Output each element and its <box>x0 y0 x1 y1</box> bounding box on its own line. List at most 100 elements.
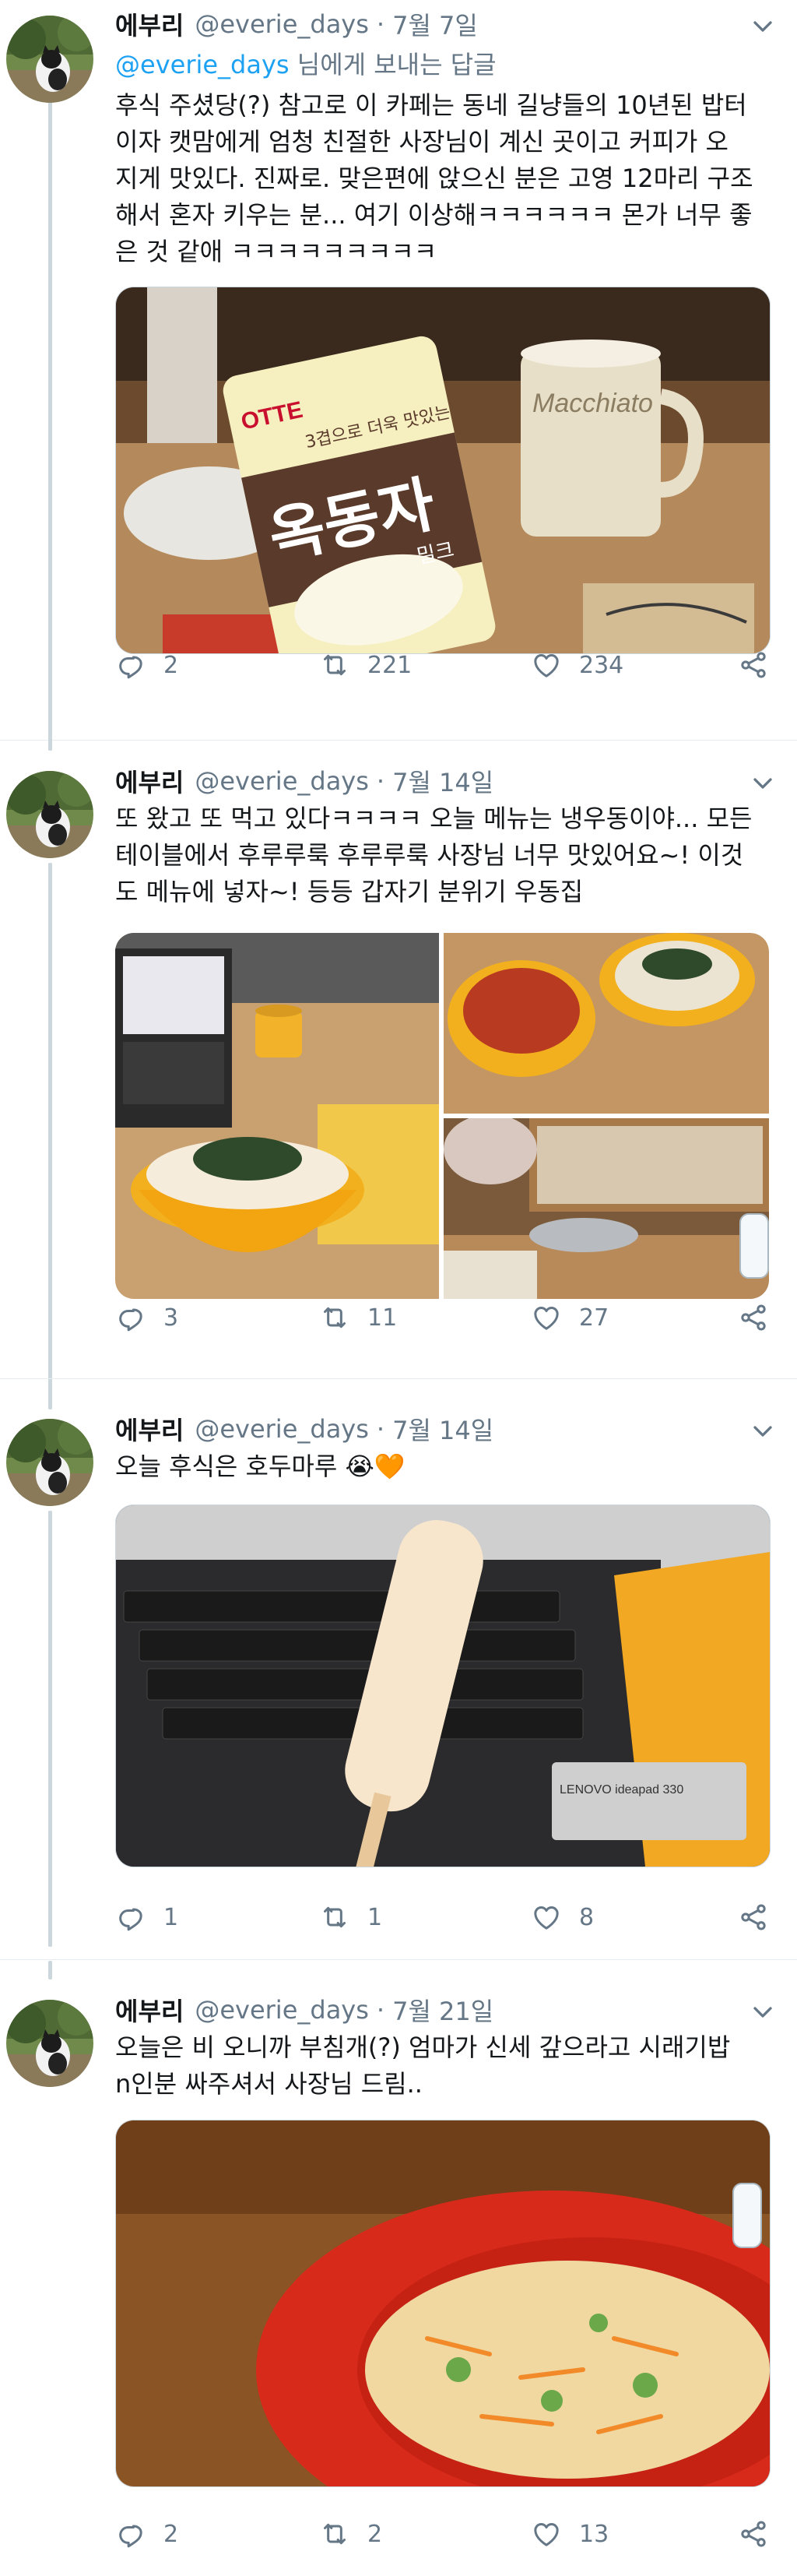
reply-count: 3 <box>163 1304 179 1332</box>
reply-count: 2 <box>163 2520 179 2548</box>
tweet-header: 에부리 @everie_days · 7월 7일 <box>115 5 478 44</box>
thread-line <box>48 1380 52 1399</box>
tweet-actions: 3 11 27 <box>115 1299 777 1336</box>
share-icon[interactable] <box>738 2518 769 2550</box>
display-name[interactable]: 에부리 <box>115 1411 184 1447</box>
like-count: 234 <box>579 651 624 679</box>
reply-mention-link[interactable]: @everie_days <box>115 50 290 79</box>
avatar[interactable] <box>6 16 93 103</box>
like-button[interactable]: 8 <box>531 1899 594 1936</box>
tweet-photo[interactable] <box>444 1118 769 1299</box>
like-count: 8 <box>579 1903 595 1931</box>
tweet-text-line: 해서 혼자 키우는 분... 여기 이상해ㅋㅋㅋㅋㅋㅋ 몬가 너무 좋 <box>115 200 753 230</box>
tweet-photo[interactable]: LENOVO ideapad 330 <box>115 1504 771 1867</box>
display-name[interactable]: 에부리 <box>115 6 184 42</box>
tweet-date[interactable]: 7월 21일 <box>392 1992 493 2028</box>
thread-line <box>48 1511 52 1947</box>
chevron-down-icon[interactable] <box>747 1416 778 1447</box>
tweet-photo[interactable] <box>115 933 439 1299</box>
reply-icon <box>115 2518 146 2550</box>
tweet-text: 오늘은 비 오니까 부침개(?) 엄마가 신세 갚으라고 시래기밥 n인분 싸주… <box>115 2029 769 2103</box>
like-button[interactable]: 13 <box>531 2515 609 2553</box>
reply-icon <box>115 649 146 681</box>
user-handle[interactable]: @everie_days <box>195 1995 369 2025</box>
tweet-photo[interactable] <box>115 2120 771 2487</box>
thread-line <box>48 1961 52 1980</box>
tweet-4[interactable]: 에부리 @everie_days · 7월 21일 오늘은 비 오니까 부침개(… <box>0 1961 797 2576</box>
tweet-date[interactable]: 7월 7일 <box>392 6 478 42</box>
reply-count: 2 <box>163 651 179 679</box>
like-button[interactable]: 234 <box>531 646 623 684</box>
thread-line <box>48 100 52 748</box>
tweet-text-line: n인분 싸주셔서 사장님 드림.. <box>115 2069 423 2099</box>
tweet-3[interactable]: 에부리 @everie_days · 7월 14일 오늘 후식은 호두마루 😭🧡… <box>0 1380 797 1956</box>
display-name[interactable]: 에부리 <box>115 763 184 799</box>
reply-to-label: 님에게 보내는 답글 <box>289 50 497 79</box>
tweet-text-line: 테이블에서 후루루룩 후루루룩 사장님 너무 맛있어요~! 이것 <box>115 840 744 870</box>
tweet-2[interactable]: 에부리 @everie_days · 7월 14일 또 왔고 또 먹고 있다ㅋㅋ… <box>0 732 797 1409</box>
heart-icon <box>531 2518 562 2550</box>
chevron-down-icon[interactable] <box>747 11 778 42</box>
tweet-actions: 2 2 13 <box>115 2515 777 2553</box>
retweet-icon <box>319 1302 350 1333</box>
user-handle[interactable]: @everie_days <box>195 766 369 796</box>
heart-icon <box>531 649 562 681</box>
heart-icon <box>531 1302 562 1333</box>
retweet-button[interactable]: 2 <box>319 2515 382 2553</box>
reply-button[interactable]: 1 <box>115 1899 178 1936</box>
scroll-handle[interactable] <box>732 2183 762 2248</box>
share-icon[interactable] <box>738 649 769 681</box>
share-icon[interactable] <box>738 1902 769 1933</box>
retweet-count: 11 <box>367 1304 398 1332</box>
display-name[interactable]: 에부리 <box>115 1992 184 2028</box>
retweet-icon <box>319 1902 350 1933</box>
retweet-count: 221 <box>367 651 413 679</box>
reply-to-line: @everie_days 님에게 보내는 답글 <box>115 45 497 81</box>
retweet-count: 1 <box>367 1903 383 1931</box>
tweet-text-line: 은 것 같애 ㅋㅋㅋㅋㅋㅋㅋㅋㅋ <box>115 237 437 266</box>
photo-mug-text: Macchiato <box>532 389 653 418</box>
tweet-divider <box>0 740 797 741</box>
retweet-button[interactable]: 11 <box>319 1299 397 1336</box>
tweet-photo[interactable]: OTTE 3겹으로 더욱 맛있는 옥동자 밀크 Macchiato <box>115 287 771 654</box>
tweet-header: 에부리 @everie_days · 7월 14일 <box>115 762 493 801</box>
tweet-actions: 1 1 8 <box>115 1899 777 1936</box>
thread-line <box>48 732 52 751</box>
separator-dot: · <box>376 766 385 796</box>
chevron-down-icon[interactable] <box>747 768 778 799</box>
tweet-actions: 2 221 234 <box>115 646 777 684</box>
scroll-handle[interactable] <box>739 1213 769 1279</box>
reply-button[interactable]: 3 <box>115 1299 178 1336</box>
retweet-button[interactable]: 1 <box>319 1899 382 1936</box>
tweet-date[interactable]: 7월 14일 <box>392 1411 493 1447</box>
tweet-header: 에부리 @everie_days · 7월 14일 <box>115 1409 493 1448</box>
tweet-text: 오늘 후식은 호두마루 😭🧡 <box>115 1448 769 1485</box>
share-icon[interactable] <box>738 1302 769 1333</box>
separator-dot: · <box>376 1414 385 1444</box>
chevron-down-icon[interactable] <box>747 1997 778 2028</box>
like-count: 27 <box>579 1304 609 1332</box>
retweet-icon <box>319 649 350 681</box>
reply-count: 1 <box>163 1903 179 1931</box>
tweet-date[interactable]: 7월 14일 <box>392 763 493 799</box>
user-handle[interactable]: @everie_days <box>195 9 369 39</box>
avatar[interactable] <box>6 1419 93 1506</box>
retweet-button[interactable]: 221 <box>319 646 412 684</box>
tweet-header: 에부리 @everie_days · 7월 21일 <box>115 1990 493 2029</box>
reply-button[interactable]: 2 <box>115 2515 178 2553</box>
retweet-icon <box>319 2518 350 2550</box>
heart-icon <box>531 1902 562 1933</box>
user-handle[interactable]: @everie_days <box>195 1414 369 1444</box>
avatar[interactable] <box>6 2000 93 2087</box>
separator-dot: · <box>376 9 385 39</box>
tweet-text-line: 후식 주셨당(?) 참고로 이 카페는 동네 길냥들의 10년된 밥터 <box>115 90 747 120</box>
reply-icon <box>115 1302 146 1333</box>
tweet-1[interactable]: 에부리 @everie_days · 7월 7일 @everie_days 님에… <box>0 0 797 748</box>
like-count: 13 <box>579 2520 609 2548</box>
avatar[interactable] <box>6 771 93 858</box>
like-button[interactable]: 27 <box>531 1299 609 1336</box>
tweet-text: 후식 주셨당(?) 참고로 이 카페는 동네 길냥들의 10년된 밥터 이자 캣… <box>115 87 769 270</box>
reply-button[interactable]: 2 <box>115 646 178 684</box>
tweet-photo[interactable] <box>444 933 769 1114</box>
tweet-text: 또 왔고 또 먹고 있다ㅋㅋㅋㅋ 오늘 메뉴는 냉우동이야... 모든 테이블에… <box>115 801 769 910</box>
